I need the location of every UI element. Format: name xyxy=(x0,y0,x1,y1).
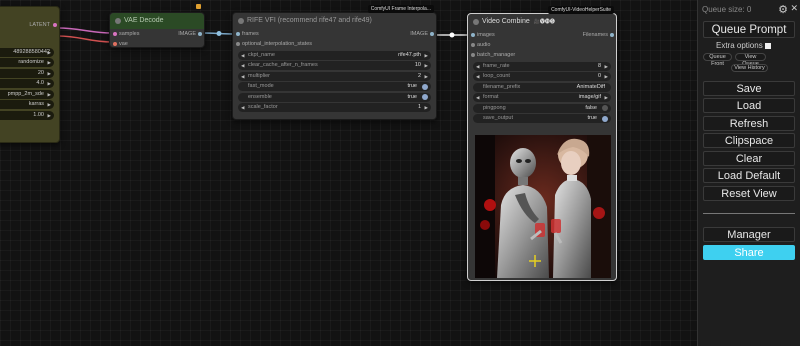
vae-decode-node[interactable]: VAE Decode samples IMAGE vae xyxy=(109,12,205,48)
rife-pack-badge: ComfyUI Frame Interpola... xyxy=(367,5,434,13)
queue-prompt-button[interactable]: Queue Prompt xyxy=(703,21,795,38)
extra-options-row[interactable]: Extra options xyxy=(716,41,771,50)
frame-rate-widget[interactable]: ◀ frame_rate 8 ▶ xyxy=(473,61,611,71)
video-combine-node[interactable]: ComfyUI-VideoHelperSuite Video Combine 🎥… xyxy=(467,6,617,281)
ksampler-output-label: LATENT xyxy=(29,22,50,28)
reset-view-button[interactable]: Reset View xyxy=(703,186,795,201)
optional-states-socket[interactable] xyxy=(236,42,240,46)
ksampler-node[interactable]: LATENT 489288580442 ▶ randomize ▶ 20 ▶ 4.0 ▶… xyxy=(0,6,60,143)
vc-io-row-3: batch_manager xyxy=(468,50,616,60)
node-marker-icon xyxy=(196,4,201,9)
clear-cache-widget[interactable]: ◀ clear_cache_after_n_frames 10 ▶ xyxy=(238,61,431,70)
frames-input-socket[interactable] xyxy=(236,32,240,36)
sampler-name-widget[interactable]: pmpp_2m_sde ▶ xyxy=(0,89,54,99)
vc-io-row-1: images Filenames xyxy=(468,30,616,40)
rife-title[interactable]: RIFE VFI (recommend rife47 and rife49) xyxy=(233,13,436,29)
scale-factor-widget[interactable]: ◀ scale_factor 1 ▶ xyxy=(238,103,431,112)
format-widget[interactable]: ◀ format image/gif ▶ xyxy=(473,93,611,102)
image-output-socket[interactable] xyxy=(198,32,202,36)
images-input-socket[interactable] xyxy=(471,33,475,37)
collapse-dot-icon[interactable] xyxy=(473,19,479,25)
ksampler-output-row: LATENT xyxy=(0,20,59,30)
collapse-dot-icon[interactable] xyxy=(238,18,244,24)
seed-widget[interactable]: 489288580442 ▶ xyxy=(0,47,54,57)
scheduler-widget[interactable]: karras ▶ xyxy=(0,100,54,109)
pingpong-toggle[interactable]: pingpong false xyxy=(473,103,611,113)
view-history-button[interactable]: View History xyxy=(731,64,768,72)
steps-widget[interactable]: 20 ▶ xyxy=(0,68,54,78)
batch-manager-input-socket[interactable] xyxy=(471,53,475,57)
queue-front-button[interactable]: Queue Front xyxy=(703,53,732,67)
close-icon[interactable]: ✕ xyxy=(790,3,798,14)
ckpt-name-widget[interactable]: ◀ ckpt_name rife47.pth ▶ xyxy=(238,50,431,60)
latent-output-socket[interactable] xyxy=(53,23,57,27)
vae-decode-title[interactable]: VAE Decode xyxy=(110,13,204,29)
vae-io-row-2: vae xyxy=(110,39,204,49)
video-combine-title[interactable]: Video Combine 🎥🅥🅗🅢 xyxy=(468,14,616,30)
rife-optional-row: optional_interpolation_states xyxy=(233,39,436,49)
share-button[interactable]: Share xyxy=(703,245,795,260)
extra-options-label: Extra options xyxy=(716,41,763,50)
refresh-button[interactable]: Refresh xyxy=(703,116,795,131)
video-preview[interactable] xyxy=(475,135,611,278)
control-after-generate-widget[interactable]: randomize ▶ xyxy=(0,58,54,67)
fast-mode-toggle[interactable]: fast_mode true xyxy=(238,82,431,91)
ensemble-toggle[interactable]: ensemble true xyxy=(238,92,431,102)
rife-io-row: frames IMAGE xyxy=(233,29,436,39)
load-button[interactable]: Load xyxy=(703,98,795,113)
loop-count-widget[interactable]: ◀ loop_count 0 ▶ xyxy=(473,72,611,81)
load-default-button[interactable]: Load Default xyxy=(703,168,795,183)
clipspace-button[interactable]: Clipspace xyxy=(703,133,795,148)
samples-input-socket[interactable] xyxy=(113,32,117,36)
rife-image-output-socket[interactable] xyxy=(430,32,434,36)
rife-vfi-node[interactable]: ComfyUI Frame Interpola... RIFE VFI (rec… xyxy=(232,5,437,120)
gear-icon[interactable]: ⚙ xyxy=(778,3,788,16)
multiplier-widget[interactable]: ◀ multiplier 2 ▶ xyxy=(238,71,431,81)
vc-io-row-2: audio xyxy=(468,40,616,50)
filename-prefix-field[interactable]: filename_prefix AnimateDiff xyxy=(473,82,611,92)
clear-button[interactable]: Clear xyxy=(703,151,795,166)
save-button[interactable]: Save xyxy=(703,81,795,96)
vae-io-row-1: samples IMAGE xyxy=(110,29,204,39)
extra-options-checkbox[interactable] xyxy=(764,42,771,49)
vhs-pack-badge: ComfyUI-VideoHelperSuite xyxy=(548,6,614,14)
filenames-output-socket[interactable] xyxy=(610,33,614,37)
panel-divider xyxy=(703,213,795,214)
denoise-widget[interactable]: 1.00 ▶ xyxy=(0,110,54,120)
node-canvas[interactable]: LATENT 489288580442 ▶ randomize ▶ 20 ▶ 4.0 ▶… xyxy=(0,0,697,346)
preview-image xyxy=(475,135,611,278)
vae-input-socket[interactable] xyxy=(113,42,117,46)
queue-size-label: Queue size: 0 xyxy=(702,5,752,14)
view-queue-button[interactable]: View Queue xyxy=(735,53,766,67)
vhs-title-icon: 🎥🅥🅗🅢 xyxy=(533,19,555,25)
audio-input-socket[interactable] xyxy=(471,43,475,47)
save-output-toggle[interactable]: save_output true xyxy=(473,114,611,123)
cfg-widget[interactable]: 4.0 ▶ xyxy=(0,79,54,88)
comfy-menu-panel: Queue size: 0 ⚙ ✕ Queue Prompt Extra opt… xyxy=(697,0,800,346)
manager-button[interactable]: Manager xyxy=(703,227,795,242)
collapse-dot-icon[interactable] xyxy=(115,18,121,24)
